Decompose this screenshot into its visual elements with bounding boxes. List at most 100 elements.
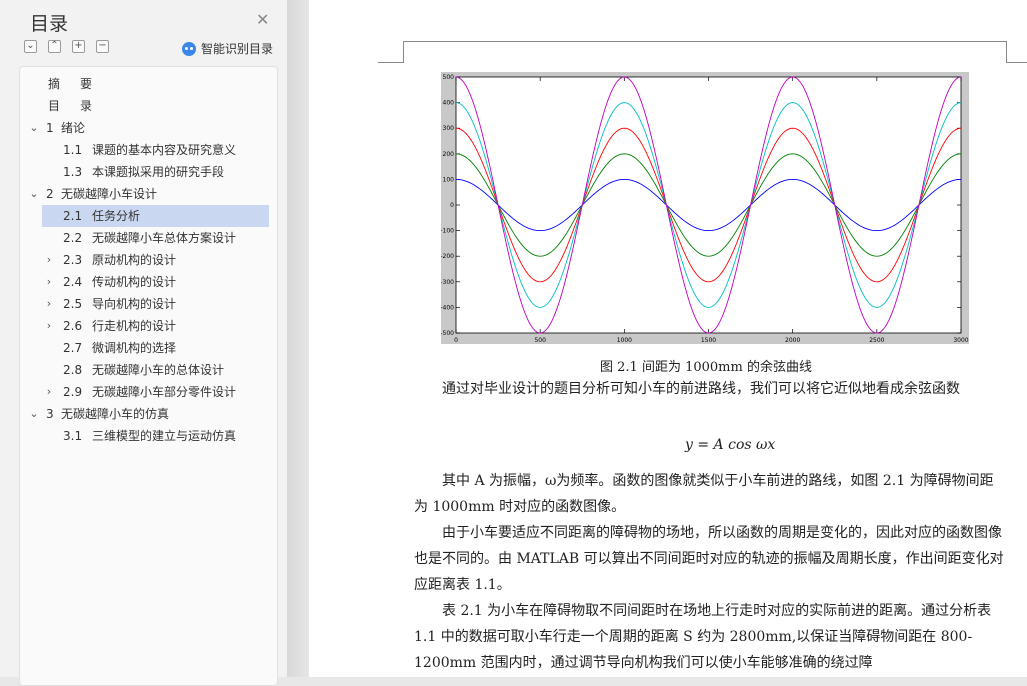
chevron-right-icon[interactable]: ›: [43, 249, 55, 271]
expand-up-icon[interactable]: ⌃: [48, 40, 61, 53]
toc-item[interactable]: 2.7 微调机构的选择: [42, 337, 269, 359]
toc-item-label: 无碳越障小车设计: [61, 187, 158, 201]
toc-item-label: 无碳越障小车部分零件设计: [92, 385, 237, 399]
toc-item-number: 1: [46, 121, 54, 135]
smart-toc-button[interactable]: 智能识别目录: [182, 40, 273, 57]
toc-item[interactable]: 3.1 三维模型的建立与运动仿真: [42, 425, 269, 447]
toc-item[interactable]: › 2.9 无碳越障小车部分零件设计: [42, 381, 269, 403]
chevron-right-icon[interactable]: ›: [43, 293, 55, 315]
smart-toc-label: 智能识别目录: [201, 42, 274, 56]
y-tick-label: -500: [441, 330, 454, 337]
y-tick-label: -100: [441, 228, 454, 235]
y-tick-label: 100: [443, 176, 455, 183]
x-tick-label: 500: [534, 337, 546, 344]
y-tick-label: -200: [441, 253, 454, 260]
toc-item[interactable]: › 2.3 原动机构的设计: [42, 249, 269, 271]
toc-item-label: 任务分析: [92, 209, 141, 223]
toc-item-number: 2.3: [63, 253, 83, 267]
x-tick-label: 3000: [953, 337, 968, 344]
y-tick-label: 500: [443, 74, 455, 81]
toc-item[interactable]: ⌄ 1 绪论: [29, 117, 269, 139]
toc-item-label: 原动机构的设计: [92, 253, 177, 267]
add-heading-icon[interactable]: +: [72, 40, 85, 53]
toc-item-label: 绪论: [61, 121, 86, 135]
y-tick-label: -300: [441, 279, 454, 286]
x-tick-label: 2000: [785, 337, 800, 344]
toc-item-number: 2.9: [63, 385, 83, 399]
toc-item-number: 2.5: [63, 297, 83, 311]
toc-item-number: 2.1: [63, 209, 83, 223]
toc-item-label: 微调机构的选择: [92, 341, 177, 355]
toc-item[interactable]: 目录: [42, 95, 269, 117]
chevron-down-icon[interactable]: ⌄: [28, 403, 40, 425]
paragraph-4: 表 2.1 为小车在障碍物取不同间距时在场地上行走时对应的实际前进的距离。通过分…: [414, 603, 992, 671]
margin-mark-left: [378, 62, 404, 63]
paragraph-2: 其中 A 为振幅，ω为频率。函数的图像就类似于小车前进的路线，如图 2.1 为障…: [414, 473, 994, 515]
pane-splitter[interactable]: [287, 0, 309, 677]
chevron-right-icon[interactable]: ›: [43, 271, 55, 293]
toc-item-label: 无碳越障小车的总体设计: [92, 363, 225, 377]
toc-item-label: 传动机构的设计: [92, 275, 177, 289]
toc-item-number: 2.6: [63, 319, 83, 333]
toc-list: 摘要目录 ⌄ 1 绪论 1.1 课题的基本内容及研究意义 1.3 本课题拟采用的研究手段 ⌄ 2 无…: [19, 66, 278, 686]
toc-item-label: 要: [80, 77, 93, 91]
toc-item-label: 无碳越障小车总体方案设计: [92, 231, 237, 245]
toc-item-label: 录: [80, 99, 93, 113]
toc-item[interactable]: ⌄ 3 无碳越障小车的仿真: [29, 403, 269, 425]
paragraph-3: 由于小车要适应不同距离的障碍物的场地，所以函数的周期是变化的，因此对应的函数图像…: [414, 525, 1004, 593]
toc-item-number: 2.8: [63, 363, 83, 377]
toc-item-number: 2.7: [63, 341, 83, 355]
toc-item-label: 课题的基本内容及研究意义: [92, 143, 237, 157]
toc-item[interactable]: 1.1 课题的基本内容及研究意义: [42, 139, 269, 161]
toc-item[interactable]: › 2.4 传动机构的设计: [42, 271, 269, 293]
toc-item[interactable]: 2.1 任务分析: [42, 205, 269, 227]
toc-item-label: 无碳越障小车的仿真: [61, 407, 170, 421]
x-tick-label: 2500: [869, 337, 884, 344]
cosine-chart: 0 500 1000 1500 2000 2500 30005004003002001000…: [441, 72, 969, 344]
toc-item-number: 1.1: [63, 143, 83, 157]
y-tick-label: 0: [450, 202, 454, 209]
chevron-down-icon[interactable]: ⌄: [28, 117, 40, 139]
collapse-all-icon[interactable]: ⌄: [24, 40, 37, 53]
page-header-line: [403, 41, 1007, 42]
toc-item[interactable]: › 2.6 行走机构的设计: [42, 315, 269, 337]
y-tick-label: 400: [443, 100, 455, 107]
margin-mark-right: [1006, 62, 1027, 63]
toc-item-number: 目: [48, 99, 61, 113]
close-icon[interactable]: ✕: [256, 10, 269, 29]
toc-item[interactable]: 1.3 本课题拟采用的研究手段: [42, 161, 269, 183]
ai-assistant-icon: [182, 41, 196, 56]
chevron-right-icon[interactable]: ›: [43, 315, 55, 337]
plot-area: [455, 76, 962, 334]
x-tick-label: 1000: [617, 337, 632, 344]
toc-item-number: 2: [46, 187, 54, 201]
toc-item-label: 行走机构的设计: [92, 319, 177, 333]
page-corner-right: [1006, 41, 1007, 62]
toc-item-number: 2.4: [63, 275, 83, 289]
toc-item[interactable]: › 2.5 导向机构的设计: [42, 293, 269, 315]
x-tick-label: 0: [454, 337, 458, 344]
chevron-down-icon[interactable]: ⌄: [28, 183, 40, 205]
y-tick-label: 300: [443, 125, 455, 132]
toc-item-label: 导向机构的设计: [92, 297, 177, 311]
page-corner-left: [403, 41, 404, 62]
x-tick-label: 1500: [701, 337, 716, 344]
toc-item[interactable]: 2.8 无碳越障小车的总体设计: [42, 359, 269, 381]
toc-item-label: 三维模型的建立与运动仿真: [92, 429, 237, 443]
toc-title: 目录: [30, 13, 69, 35]
y-tick-label: 200: [443, 151, 455, 158]
paragraph-1: 通过对毕业设计的题目分析可知小车的前进路线，我们可以将它近似地看成余弦函数: [414, 381, 960, 397]
chevron-right-icon[interactable]: ›: [43, 381, 55, 403]
toc-item[interactable]: 2.2 无碳越障小车总体方案设计: [42, 227, 269, 249]
toc-item[interactable]: ⌄ 2 无碳越障小车设计: [29, 183, 269, 205]
y-tick-label: -400: [441, 304, 454, 311]
remove-heading-icon[interactable]: −: [96, 40, 109, 53]
toc-item-number: 3.1: [63, 429, 83, 443]
toc-item-number: 2.2: [63, 231, 83, 245]
toc-item-number: 1.3: [63, 165, 83, 179]
formula: y = A cos ωx: [685, 437, 776, 453]
toc-sidebar: 目录 ✕ ⌄ ⌃ + − 智能识别目录 摘要目录 ⌄ 1 绪论 1.1 课题的基本内容及研…: [0, 0, 287, 686]
toc-item-number: 3: [46, 407, 54, 421]
toc-item-number: 摘: [48, 77, 61, 91]
toc-item[interactable]: 摘要: [42, 73, 269, 95]
